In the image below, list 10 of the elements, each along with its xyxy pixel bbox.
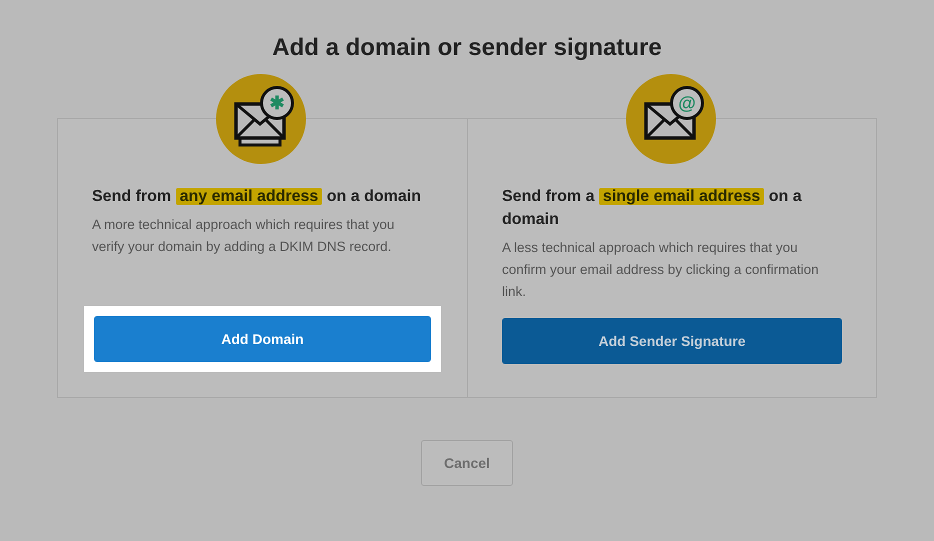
add-button[interactable]: Add Sender Signature	[502, 318, 842, 364]
dialog-title: Add a domain or sender signature	[272, 33, 662, 63]
option-heading: Send from any email address on a domain	[92, 187, 422, 207]
badge-symbol: ✱	[260, 86, 294, 120]
option-heading: Send from a single email address on a domain	[502, 187, 803, 230]
add-button[interactable]: Add Domain	[94, 316, 431, 362]
option-description: A more technical approach which requires that you verify your domain by adding a DKIM DNS record.	[92, 216, 396, 256]
badge-symbol: @	[670, 86, 704, 120]
cancel-button[interactable]: Cancel	[421, 440, 513, 486]
option-description: A less technical approach which requires that you confirm your email address by clicking a confirmation link.	[502, 239, 820, 301]
